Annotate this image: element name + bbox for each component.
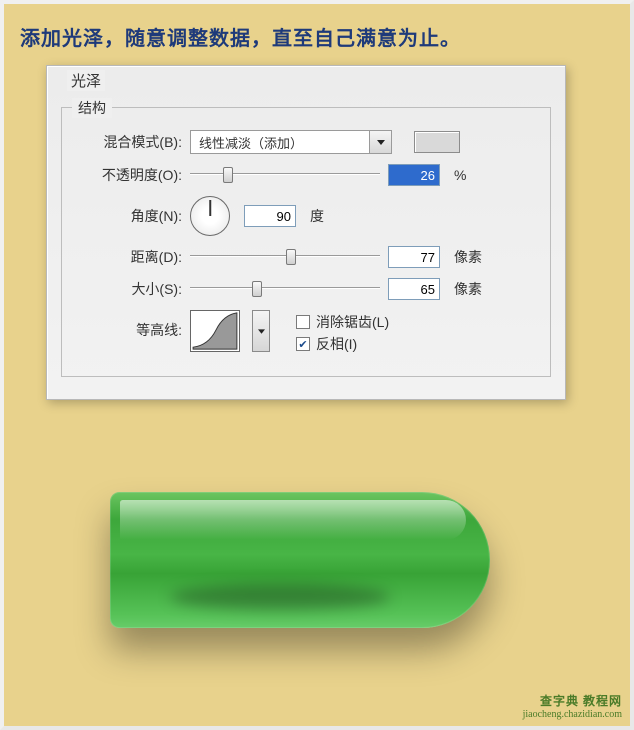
color-swatch[interactable] xyxy=(414,131,460,153)
watermark-title: 查字典 教程网 xyxy=(523,692,622,709)
contour-dropdown-button[interactable] xyxy=(252,310,270,352)
contour-options: 消除锯齿(L) ✔ 反相(I) xyxy=(296,310,389,356)
watermark-url: jiaocheng.chazidian.com xyxy=(523,709,622,720)
distance-row: 距离(D): 像素 xyxy=(76,246,536,268)
invert-label: 反相(I) xyxy=(316,334,357,354)
distance-input[interactable] xyxy=(388,246,440,268)
size-slider[interactable] xyxy=(190,279,380,299)
caret-down-icon xyxy=(258,329,265,334)
blend-mode-select[interactable]: 线性减淡（添加） xyxy=(190,130,370,154)
blend-mode-label: 混合模式(B): xyxy=(76,132,182,152)
blend-mode-dropdown-button[interactable] xyxy=(370,130,392,154)
angle-unit: 度 xyxy=(310,206,324,226)
anti-alias-label: 消除锯齿(L) xyxy=(316,312,389,332)
caret-down-icon xyxy=(377,140,385,145)
size-input[interactable] xyxy=(388,278,440,300)
blend-mode-row: 混合模式(B): 线性减淡（添加） xyxy=(76,130,536,154)
distance-slider[interactable] xyxy=(190,247,380,267)
instruction-caption: 添加光泽，随意调整数据，直至自己满意为止。 xyxy=(4,4,630,65)
angle-dial[interactable] xyxy=(190,196,230,236)
angle-label: 角度(N): xyxy=(76,206,182,226)
anti-alias-checkbox[interactable] xyxy=(296,315,310,329)
opacity-thumb[interactable] xyxy=(223,167,233,183)
opacity-label: 不透明度(O): xyxy=(76,165,182,185)
contour-preview[interactable] xyxy=(190,310,240,352)
angle-row: 角度(N): 度 xyxy=(76,196,536,236)
distance-thumb[interactable] xyxy=(286,249,296,265)
distance-label: 距离(D): xyxy=(76,247,182,267)
opacity-unit: % xyxy=(454,167,466,183)
opacity-row: 不透明度(O): % xyxy=(76,164,536,186)
watermark: 查字典 教程网 jiaocheng.chazidian.com xyxy=(523,692,622,720)
checkmark-icon: ✔ xyxy=(298,338,307,351)
size-label: 大小(S): xyxy=(76,279,182,299)
size-thumb[interactable] xyxy=(252,281,262,297)
structure-legend: 结构 xyxy=(72,98,112,118)
opacity-slider[interactable] xyxy=(190,165,380,185)
structure-fieldset: 结构 混合模式(B): 线性减淡（添加） 不透明度(O): % 角度(N): xyxy=(61,107,551,377)
angle-input[interactable] xyxy=(244,205,296,227)
satin-panel: 光泽 结构 混合模式(B): 线性减淡（添加） 不透明度(O): % 角度(N)… xyxy=(46,65,566,400)
contour-label: 等高线: xyxy=(76,310,182,340)
panel-title: 光泽 xyxy=(67,70,105,91)
distance-unit: 像素 xyxy=(454,247,482,267)
contour-curve-icon xyxy=(191,311,239,351)
size-row: 大小(S): 像素 xyxy=(76,278,536,300)
size-unit: 像素 xyxy=(454,279,482,299)
invert-checkbox[interactable]: ✔ xyxy=(296,337,310,351)
opacity-input[interactable] xyxy=(388,164,440,186)
green-button-preview xyxy=(110,492,490,628)
contour-row: 等高线: 消除锯齿(L) ✔ 反相(I) xyxy=(76,310,536,356)
